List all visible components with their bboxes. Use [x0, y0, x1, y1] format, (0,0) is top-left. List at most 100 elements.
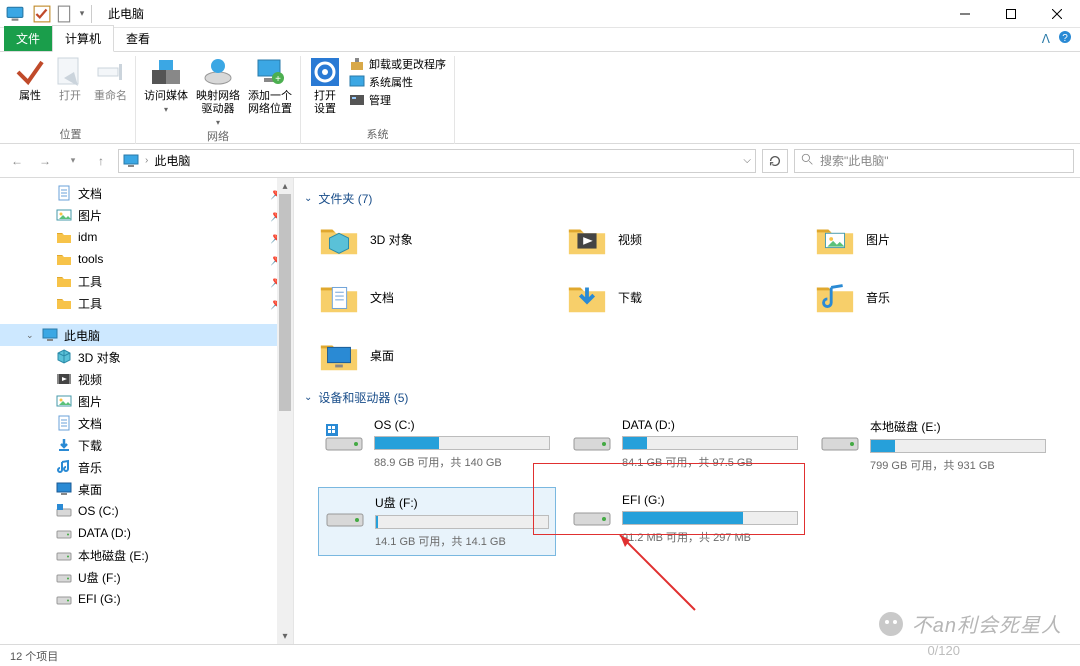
- maximize-button[interactable]: [988, 0, 1034, 28]
- section-drives-header[interactable]: ⌄ 设备和驱动器 (5): [304, 389, 1072, 406]
- chevron-down-icon: ⌄: [304, 193, 312, 204]
- ribbon-open-settings[interactable]: 打开 设置: [309, 56, 341, 116]
- nav-up[interactable]: ↑: [90, 150, 112, 172]
- ribbon-rename[interactable]: 重命名: [94, 56, 127, 103]
- tab-computer[interactable]: 计算机: [52, 25, 114, 52]
- tab-view[interactable]: 查看: [114, 26, 162, 51]
- nav-item-label: 下载: [78, 437, 102, 454]
- nav-scrollbar[interactable]: ▴▾: [277, 178, 293, 644]
- nav-item[interactable]: 文档 📌: [0, 182, 293, 204]
- help-icon[interactable]: ?: [1058, 30, 1072, 47]
- mus-icon: [56, 459, 72, 475]
- drive-item[interactable]: DATA (D:) 84.1 GB 可用，共 97.5 GB: [566, 412, 804, 479]
- nav-item[interactable]: EFI (G:): [0, 588, 293, 610]
- drive-usage-bar: [870, 439, 1046, 453]
- nav-item[interactable]: OS (C:): [0, 500, 293, 522]
- address-dropdown[interactable]: ⌵: [743, 155, 751, 166]
- folder-item[interactable]: 桌面: [318, 329, 546, 381]
- drive-icon: [324, 420, 364, 456]
- nav-item[interactable]: ⌄ 此电脑: [0, 324, 293, 346]
- ribbon-manage[interactable]: 管理: [349, 92, 446, 108]
- close-button[interactable]: [1034, 0, 1080, 28]
- nav-item[interactable]: DATA (D:): [0, 522, 293, 544]
- nav-forward[interactable]: →: [34, 150, 56, 172]
- folder-item[interactable]: 视频: [566, 213, 794, 265]
- nav-item[interactable]: 音乐: [0, 456, 293, 478]
- pic-icon: [56, 393, 72, 409]
- title-bar: ▾ 此电脑: [0, 0, 1080, 28]
- desk-icon: [56, 481, 72, 497]
- nav-item[interactable]: 文档: [0, 412, 293, 434]
- nav-item[interactable]: idm 📌: [0, 226, 293, 248]
- minimize-button[interactable]: [942, 0, 988, 28]
- nav-item[interactable]: 桌面: [0, 478, 293, 500]
- nav-item-label: 本地磁盘 (E:): [78, 547, 149, 564]
- drive-stat: 91.2 MB 可用，共 297 MB: [622, 529, 798, 545]
- tab-file[interactable]: 文件: [4, 26, 52, 51]
- window-title: 此电脑: [108, 5, 144, 22]
- folder-label: 图片: [866, 231, 890, 248]
- navigation-pane[interactable]: 文档 📌 图片 📌 idm 📌 tools 📌 工具 📌 工具 📌 ⌄ 此电脑: [0, 178, 294, 644]
- breadcrumb-sep[interactable]: ›: [145, 155, 148, 166]
- nav-back[interactable]: ←: [6, 150, 28, 172]
- content-pane[interactable]: ⌄ 文件夹 (7) 3D 对象 视频 图片 文档 下载 音乐 桌面 ⌄ 设备和驱…: [294, 178, 1080, 644]
- folder-item[interactable]: 图片: [814, 213, 1042, 265]
- ribbon-properties[interactable]: 属性: [14, 56, 46, 103]
- ribbon-group-location: 位置: [60, 126, 82, 144]
- nav-item-label: idm: [78, 230, 97, 244]
- ribbon-uninstall[interactable]: 卸载或更改程序: [349, 56, 446, 72]
- folder-item[interactable]: 下载: [566, 271, 794, 323]
- qat-check-icon[interactable]: [33, 5, 51, 23]
- nav-item[interactable]: U盘 (F:): [0, 566, 293, 588]
- nav-item-label: 3D 对象: [78, 349, 121, 366]
- nav-item[interactable]: 图片: [0, 390, 293, 412]
- drive-item[interactable]: OS (C:) 88.9 GB 可用，共 140 GB: [318, 412, 556, 479]
- nav-item[interactable]: 图片 📌: [0, 204, 293, 226]
- ribbon-map-drive[interactable]: 映射网络 驱动器 ▾: [196, 56, 240, 128]
- folder-item[interactable]: 3D 对象: [318, 213, 546, 265]
- drive-name: U盘 (F:): [375, 494, 549, 511]
- nav-item[interactable]: 视频: [0, 368, 293, 390]
- ribbon-add-netloc[interactable]: + 添加一个 网络位置: [248, 56, 292, 116]
- folder-item[interactable]: 文档: [318, 271, 546, 323]
- refresh-button[interactable]: [762, 149, 788, 173]
- drive-item[interactable]: EFI (G:) 91.2 MB 可用，共 297 MB: [566, 487, 804, 556]
- nav-item[interactable]: 本地磁盘 (E:): [0, 544, 293, 566]
- nav-recent-dropdown[interactable]: ▾: [62, 150, 84, 172]
- qat-dropdown-icon[interactable]: ▾: [77, 5, 87, 23]
- page-counter: 0/120: [927, 643, 960, 658]
- ribbon-media[interactable]: 访问媒体 ▾: [144, 56, 188, 115]
- nav-item[interactable]: 下载: [0, 434, 293, 456]
- doc-icon: [56, 185, 72, 201]
- nav-item[interactable]: 3D 对象: [0, 346, 293, 368]
- ribbon-open[interactable]: 打开: [54, 56, 86, 103]
- ribbon-tab-strip: 文件 计算机 查看 ᐱ ?: [0, 28, 1080, 52]
- drive-usage-bar: [374, 436, 550, 450]
- chevron-down-icon: ⌄: [304, 392, 312, 403]
- nav-item[interactable]: tools 📌: [0, 248, 293, 270]
- pc-icon: [123, 153, 139, 169]
- doc-folder-icon: [318, 276, 360, 318]
- qat-doc-icon[interactable]: [55, 5, 73, 23]
- nav-item-label: tools: [78, 252, 103, 266]
- ribbon-collapse-icon[interactable]: ᐱ: [1042, 32, 1050, 46]
- chevron-down-icon[interactable]: ⌄: [26, 330, 36, 341]
- folder-label: 文档: [370, 289, 394, 306]
- folder-item[interactable]: 音乐: [814, 271, 1042, 323]
- nav-item[interactable]: 工具 📌: [0, 270, 293, 292]
- search-box[interactable]: 搜索"此电脑": [794, 149, 1074, 173]
- drive-item[interactable]: 本地磁盘 (E:) 799 GB 可用，共 931 GB: [814, 412, 1052, 479]
- drive-item[interactable]: U盘 (F:) 14.1 GB 可用，共 14.1 GB: [318, 487, 556, 556]
- nav-item-label: 音乐: [78, 459, 102, 476]
- address-bar[interactable]: › 此电脑 ⌵: [118, 149, 756, 173]
- section-folders-header[interactable]: ⌄ 文件夹 (7): [304, 190, 1072, 207]
- fol-icon: [56, 229, 72, 245]
- nav-item-label: U盘 (F:): [78, 569, 121, 586]
- folder-label: 音乐: [866, 289, 890, 306]
- breadcrumb-root[interactable]: 此电脑: [154, 152, 190, 169]
- ribbon-sysprops[interactable]: 系统属性: [349, 74, 446, 90]
- nav-item[interactable]: 工具 📌: [0, 292, 293, 314]
- drive-stat: 799 GB 可用，共 931 GB: [870, 457, 1046, 473]
- dl-icon: [56, 437, 72, 453]
- nav-item-label: 工具: [78, 295, 102, 312]
